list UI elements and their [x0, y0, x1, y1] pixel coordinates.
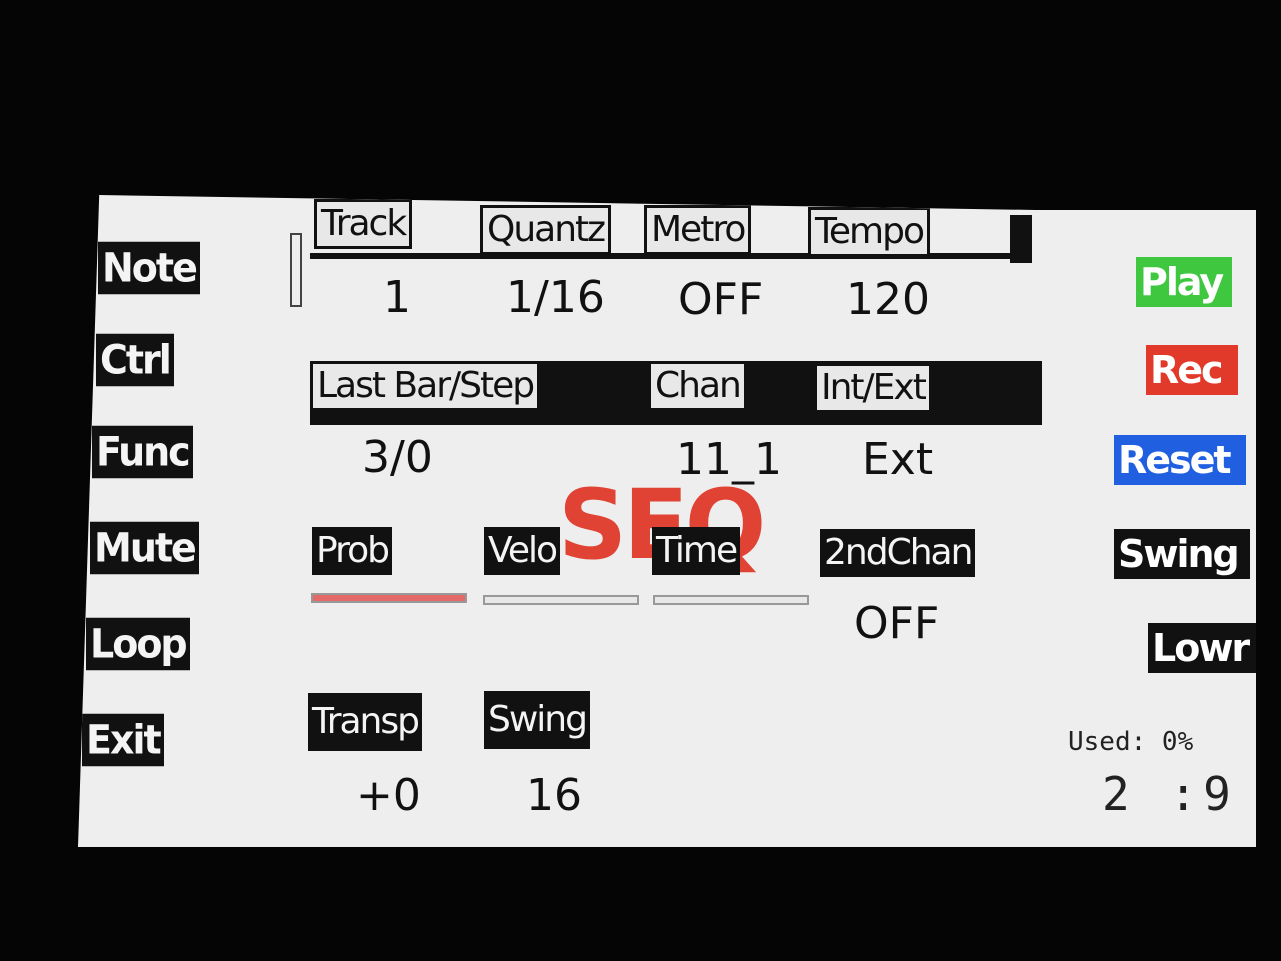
transpose-header[interactable]: Transp [308, 693, 422, 751]
last-bar-step-value: 3/0 [362, 432, 433, 483]
row1-corner [1010, 215, 1032, 263]
menu-loop-button[interactable]: Loop [86, 617, 190, 671]
track-header[interactable]: Track [314, 199, 413, 249]
int-ext-header[interactable]: Int/Ext [814, 363, 932, 413]
reset-button[interactable]: Reset [1114, 435, 1246, 485]
menu-ctrl-button[interactable]: Ctrl [96, 333, 174, 387]
metro-value: OFF [678, 274, 764, 325]
prob-header[interactable]: Prob [312, 527, 392, 575]
track-value: 1 [383, 272, 411, 323]
menu-mute-button[interactable]: Mute [90, 521, 199, 575]
prob-bar[interactable] [311, 593, 467, 603]
rec-button[interactable]: Rec [1146, 345, 1238, 395]
lower-button[interactable]: Lowr [1148, 623, 1256, 673]
menu-func-button[interactable]: Func [92, 425, 193, 479]
menu-note-button[interactable]: Note [98, 241, 200, 295]
swing-button[interactable]: Swing [1114, 529, 1250, 579]
last-bar-step-header[interactable]: Last Bar/Step [310, 361, 541, 411]
menu-exit-button[interactable]: Exit [82, 713, 164, 767]
velo-header[interactable]: Velo [484, 527, 561, 575]
lcd-screen: Note Ctrl Func Mute Loop Exit Track Quan… [78, 195, 1256, 847]
time-header[interactable]: Time [652, 527, 741, 575]
scroll-indicator[interactable] [290, 233, 302, 307]
second-chan-value: OFF [854, 598, 940, 649]
transpose-value: +0 [356, 770, 421, 821]
tempo-value: 120 [846, 274, 930, 325]
chan-header[interactable]: Chan [648, 361, 747, 411]
play-button[interactable]: Play [1136, 257, 1232, 307]
swing-header[interactable]: Swing [484, 691, 590, 749]
time-bar[interactable] [653, 595, 809, 605]
song-position-readout: 2 :9 [1102, 767, 1237, 821]
second-chan-header[interactable]: 2ndChan [820, 529, 976, 577]
memory-used-label: Used: 0% [1068, 727, 1194, 757]
int-ext-value: Ext [862, 434, 934, 485]
velo-bar[interactable] [483, 595, 639, 605]
quantize-value: 1/16 [506, 272, 605, 323]
metro-header[interactable]: Metro [644, 205, 752, 255]
tempo-header[interactable]: Tempo [808, 207, 930, 257]
quantize-header[interactable]: Quantz [480, 205, 612, 255]
swing-value: 16 [526, 770, 582, 821]
